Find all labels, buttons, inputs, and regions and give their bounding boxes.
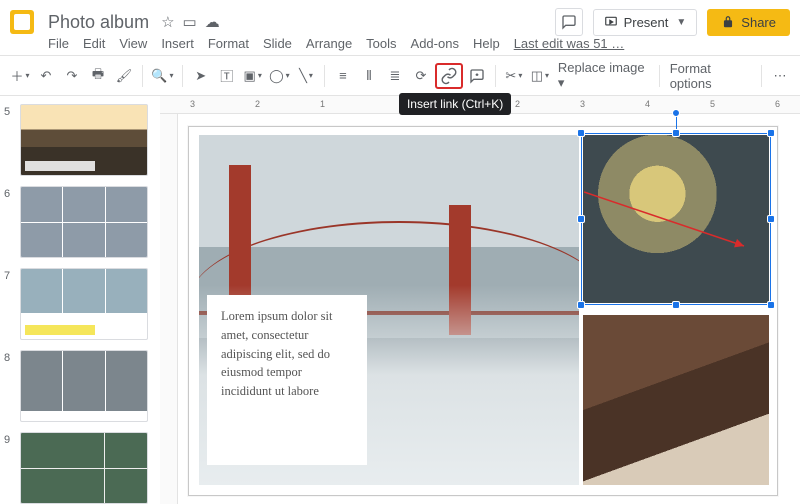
present-button[interactable]: Present ▼ bbox=[593, 9, 698, 36]
toolbar: ＋ ↶ ↷ 🖶 🖌 🔍 ➤ 🅃 ▣ ◯ ╲ ≡ ⫴ ≣ ⟳ Insert lin… bbox=[0, 55, 800, 96]
menu-insert[interactable]: Insert bbox=[161, 36, 194, 51]
slides-app-icon[interactable] bbox=[10, 10, 34, 34]
resize-handle[interactable] bbox=[767, 129, 775, 137]
separator bbox=[761, 65, 762, 87]
image-tool[interactable]: ▣ bbox=[241, 63, 265, 89]
menu-view[interactable]: View bbox=[119, 36, 147, 51]
distribute-horiz-button[interactable]: ⫴ bbox=[357, 63, 381, 89]
undo-button[interactable]: ↶ bbox=[34, 63, 58, 89]
present-icon bbox=[604, 15, 618, 29]
new-slide-button[interactable]: ＋ bbox=[8, 63, 32, 89]
slide[interactable]: Lorem ipsum dolor sit amet, consectetur … bbox=[188, 126, 778, 496]
separator bbox=[182, 65, 183, 87]
align-button[interactable]: ≡ bbox=[331, 63, 355, 89]
thumb-number: 5 bbox=[4, 104, 16, 118]
slide-thumbnail[interactable] bbox=[20, 268, 148, 340]
slide-thumbnail[interactable] bbox=[20, 350, 148, 422]
star-icon[interactable]: ☆ bbox=[161, 13, 174, 31]
slide-thumbnail[interactable] bbox=[20, 432, 148, 504]
print-button[interactable]: 🖶 bbox=[86, 63, 110, 89]
resize-handle[interactable] bbox=[577, 129, 585, 137]
separator bbox=[324, 65, 325, 87]
menu-format[interactable]: Format bbox=[208, 36, 249, 51]
menu-help[interactable]: Help bbox=[473, 36, 500, 51]
replace-image-button[interactable]: Replace image ▾ bbox=[554, 60, 653, 91]
present-caret-icon[interactable]: ▼ bbox=[676, 17, 686, 28]
slide-thumbnail[interactable] bbox=[20, 186, 148, 258]
menu-arrange[interactable]: Arrange bbox=[306, 36, 352, 51]
zoom-button[interactable]: 🔍 bbox=[149, 63, 176, 89]
thumb-number: 7 bbox=[4, 268, 16, 282]
thumb-number: 9 bbox=[4, 432, 16, 446]
separator bbox=[495, 65, 496, 87]
insert-link-tooltip: Insert link (Ctrl+K) bbox=[399, 93, 511, 115]
resize-handle[interactable] bbox=[672, 129, 680, 137]
crop-button[interactable]: ✂ bbox=[502, 63, 526, 89]
comment-add-icon bbox=[469, 68, 485, 84]
present-label: Present bbox=[624, 15, 669, 30]
vertical-ruler bbox=[160, 114, 178, 504]
resize-handle[interactable] bbox=[577, 215, 585, 223]
mask-button[interactable]: ◫ bbox=[528, 63, 552, 89]
lock-icon bbox=[721, 15, 735, 29]
shape-tool[interactable]: ◯ bbox=[267, 63, 292, 89]
paint-format-button[interactable]: 🖌 bbox=[112, 63, 136, 89]
cloud-status-icon[interactable]: ☁ bbox=[205, 13, 220, 31]
open-comments-button[interactable] bbox=[555, 8, 583, 36]
last-edit-link[interactable]: Last edit was 51 … bbox=[514, 36, 625, 51]
insert-link-button[interactable] bbox=[435, 63, 463, 89]
textbox-tool[interactable]: 🅃 bbox=[215, 63, 239, 89]
slide-thumbnails: 5 6 7 8 9 bbox=[0, 96, 160, 504]
share-label: Share bbox=[741, 15, 776, 30]
slide-text-box[interactable]: Lorem ipsum dolor sit amet, consectetur … bbox=[207, 295, 367, 465]
add-comment-button[interactable] bbox=[465, 63, 489, 89]
rotate-handle[interactable] bbox=[672, 109, 680, 117]
menu-addons[interactable]: Add-ons bbox=[411, 36, 459, 51]
format-options-button[interactable]: Format options bbox=[666, 61, 755, 91]
thumb-number: 6 bbox=[4, 186, 16, 200]
toolbar-more-button[interactable]: ⋯ bbox=[768, 63, 792, 89]
resize-handle[interactable] bbox=[577, 301, 585, 309]
rotate-button[interactable]: ⟳ bbox=[409, 63, 433, 89]
slide-thumbnail[interactable] bbox=[20, 104, 148, 176]
redo-button[interactable]: ↷ bbox=[60, 63, 84, 89]
resize-handle[interactable] bbox=[767, 301, 775, 309]
menu-tools[interactable]: Tools bbox=[366, 36, 396, 51]
thumb-number: 8 bbox=[4, 350, 16, 364]
menu-bar: File Edit View Insert Format Slide Arran… bbox=[0, 36, 800, 55]
menu-slide[interactable]: Slide bbox=[263, 36, 292, 51]
distribute-vert-button[interactable]: ≣ bbox=[383, 63, 407, 89]
slide-canvas[interactable]: 3 2 1 1 2 3 4 5 6 bbox=[160, 96, 800, 504]
separator bbox=[659, 65, 660, 87]
selection-overlay bbox=[581, 133, 771, 305]
link-icon bbox=[440, 67, 458, 85]
menu-edit[interactable]: Edit bbox=[83, 36, 105, 51]
select-tool[interactable]: ➤ bbox=[189, 63, 213, 89]
move-icon[interactable]: ▭ bbox=[183, 13, 197, 31]
line-tool[interactable]: ╲ bbox=[294, 63, 318, 89]
menu-file[interactable]: File bbox=[48, 36, 69, 51]
resize-handle[interactable] bbox=[767, 215, 775, 223]
comment-icon bbox=[561, 14, 577, 30]
share-button[interactable]: Share bbox=[707, 9, 790, 36]
slide-image-bottom-right[interactable] bbox=[583, 315, 769, 485]
document-title[interactable]: Photo album bbox=[48, 12, 149, 33]
separator bbox=[142, 65, 143, 87]
resize-handle[interactable] bbox=[672, 301, 680, 309]
